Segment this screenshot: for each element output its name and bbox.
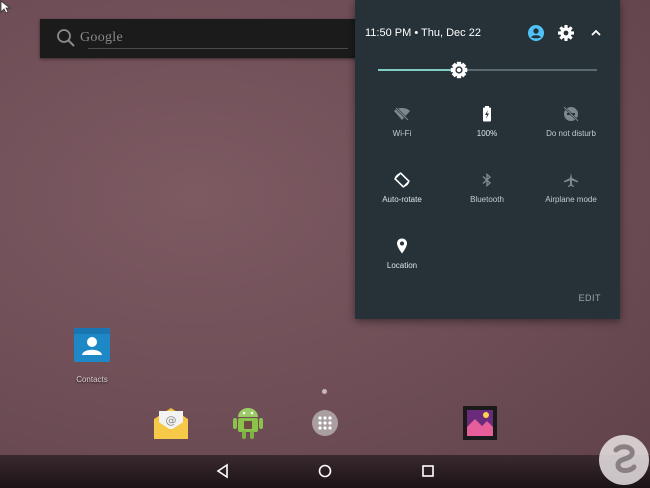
time-date: 11:50 PM • Thu, Dec 22: [365, 27, 481, 39]
chevron-up-icon[interactable]: [587, 24, 605, 42]
tile-label: Bluetooth: [470, 195, 504, 204]
tile-battery[interactable]: 100%: [443, 105, 531, 138]
contacts-label: Contacts: [76, 375, 108, 384]
tile-location[interactable]: Location: [358, 237, 446, 270]
tile-do-not-disturb[interactable]: Do not disturb: [527, 105, 615, 138]
tile-label: Location: [386, 261, 418, 270]
svg-text:@: @: [166, 414, 177, 427]
tile-auto-rotate[interactable]: Auto-rotate: [358, 171, 446, 204]
recents-icon[interactable]: [420, 463, 436, 479]
brightness-fill: [378, 69, 460, 71]
battery-charging-icon: [483, 106, 491, 122]
android-app-icon[interactable]: [230, 403, 266, 441]
brightness-icon[interactable]: [450, 61, 468, 79]
home-icon[interactable]: [317, 463, 333, 479]
airplane-icon: [564, 173, 578, 187]
back-icon[interactable]: [215, 463, 231, 479]
gallery-app-icon[interactable]: [462, 405, 498, 441]
tile-wifi[interactable]: Wi-Fi: [358, 105, 446, 138]
do-not-disturb-icon: [563, 106, 579, 122]
tile-label: 100%: [476, 129, 498, 138]
settings-gear-icon[interactable]: [557, 24, 575, 42]
navigation-bar: [0, 455, 650, 488]
contacts-shortcut[interactable]: Contacts: [70, 326, 114, 384]
mouse-cursor-icon: [0, 0, 12, 14]
tile-airplane-mode[interactable]: Airplane mode: [527, 171, 615, 204]
bluetooth-icon: [482, 173, 492, 187]
account-icon[interactable]: [527, 24, 545, 42]
google-search-bar[interactable]: Google: [40, 19, 358, 58]
search-underline: [88, 48, 348, 49]
tile-label: Wi-Fi: [392, 129, 412, 138]
wifi-off-icon: [394, 107, 410, 121]
tile-label: Auto-rotate: [382, 195, 422, 204]
search-placeholder: Google: [80, 30, 124, 45]
tile-bluetooth[interactable]: Bluetooth: [443, 171, 531, 204]
tile-label: Airplane mode: [545, 195, 597, 204]
watermark-logo: [599, 435, 649, 485]
app-drawer-icon[interactable]: [310, 408, 340, 438]
page-indicator: [322, 389, 327, 394]
email-app-icon[interactable]: @: [152, 405, 190, 441]
search-icon: [57, 29, 75, 47]
auto-rotate-icon: [394, 172, 410, 188]
quick-settings-panel: 11:50 PM • Thu, Dec 22 Wi-Fi 100% Do not…: [355, 0, 620, 319]
edit-button[interactable]: EDIT: [578, 293, 601, 303]
location-pin-icon: [397, 238, 407, 254]
contacts-icon: [74, 328, 110, 362]
brightness-slider[interactable]: [378, 60, 597, 80]
tile-label: Do not disturb: [546, 129, 596, 138]
quick-settings-header: 11:50 PM • Thu, Dec 22: [355, 0, 620, 60]
